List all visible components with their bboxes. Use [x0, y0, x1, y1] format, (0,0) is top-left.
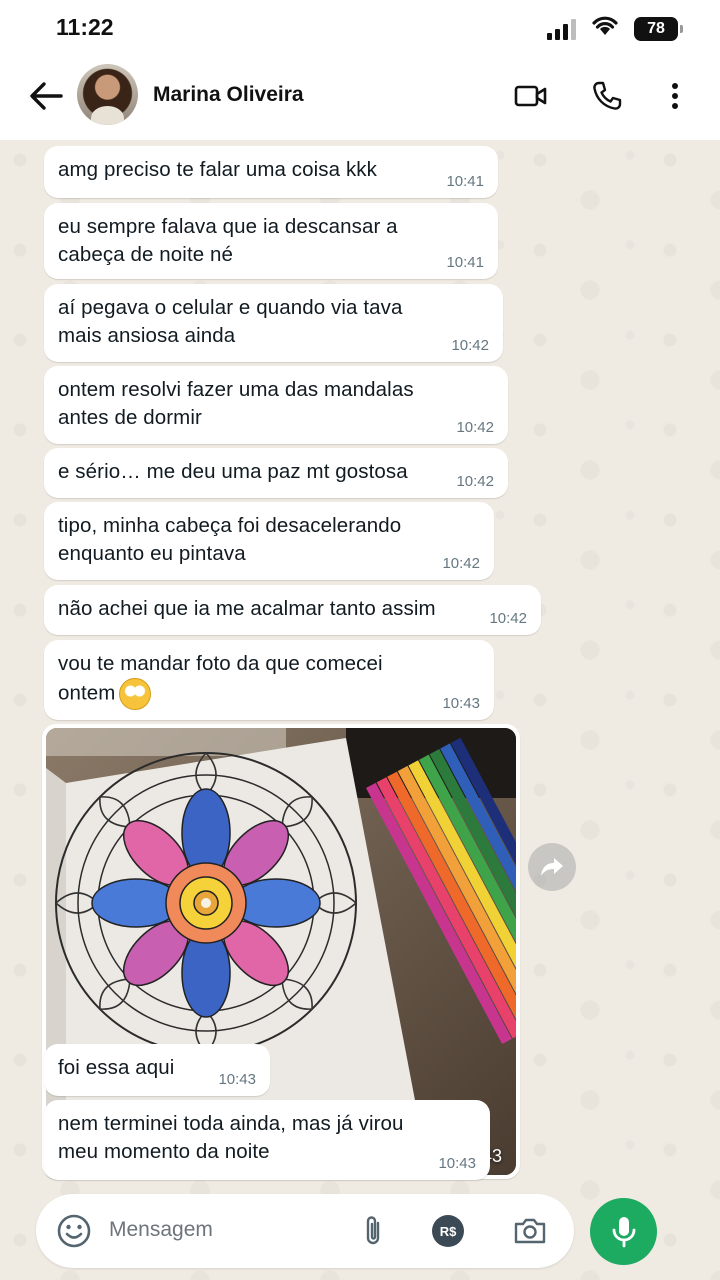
message-bubble[interactable]: vou te mandar foto da que comecei ontem … [44, 640, 494, 720]
message-time: 10:43 [442, 695, 480, 712]
message-text: vou te mandar foto da que comecei ontem [58, 650, 480, 710]
message-text: ontem resolvi fazer uma das mandalas ant… [58, 378, 414, 429]
emoji-button[interactable] [54, 1211, 94, 1251]
status-time: 11:22 [56, 14, 114, 40]
wifi-icon [590, 14, 620, 43]
message-bubble[interactable]: e sério… me deu uma paz mt gostosa 10:42 [44, 448, 508, 498]
phone-icon [593, 81, 622, 110]
message-time: 10:43 [438, 1155, 476, 1172]
message-text: amg preciso te falar uma coisa kkk [58, 158, 377, 181]
message-time: 10:42 [442, 555, 480, 572]
message-bubble[interactable]: foi essa aqui 10:43 [44, 1044, 270, 1096]
message-text: tipo, minha cabeça foi desacelerando enq… [58, 514, 402, 565]
message-bubble[interactable]: aí pegava o celular e quando via tava ma… [44, 284, 503, 362]
microphone-icon [612, 1216, 635, 1247]
camera-button[interactable] [510, 1211, 550, 1251]
message-bubble[interactable]: amg preciso te falar uma coisa kkk 10:41 [44, 146, 498, 198]
more-options-button[interactable] [655, 76, 695, 116]
message-bubble[interactable]: tipo, minha cabeça foi desacelerando enq… [44, 502, 494, 580]
message-text: não achei que ia me acalmar tanto assim [58, 597, 436, 620]
chat-header: Marina Oliveira [0, 56, 720, 140]
message-text: eu sempre falava que ia descansar a cabe… [58, 215, 398, 266]
avatar[interactable] [77, 64, 138, 125]
back-button[interactable] [26, 76, 66, 116]
message-text: e sério… me deu uma paz mt gostosa [58, 460, 408, 483]
battery-icon: 78 [634, 16, 683, 41]
video-call-button[interactable] [511, 76, 551, 116]
arrow-left-icon [30, 82, 63, 110]
more-vert-icon [672, 83, 678, 109]
paperclip-icon [366, 1216, 380, 1245]
share-arrow-icon [541, 858, 563, 876]
message-input-bar: Mensagem R$ [36, 1194, 574, 1268]
payment-icon: R$ [432, 1215, 464, 1247]
voice-call-button[interactable] [587, 76, 627, 116]
message-text-content: vou te mandar foto da que comecei ontem [58, 652, 383, 705]
pleading-face-emoji-icon [119, 678, 152, 710]
message-text: aí pegava o celular e quando via tava ma… [58, 296, 403, 347]
message-time: 10:42 [456, 473, 494, 490]
message-time: 10:43 [218, 1071, 256, 1088]
camera-icon [514, 1218, 546, 1244]
payment-button[interactable]: R$ [428, 1211, 468, 1251]
status-bar: 11:22 78 [0, 0, 720, 56]
attach-button[interactable] [353, 1211, 393, 1251]
battery-level: 78 [647, 19, 665, 37]
message-time: 10:41 [446, 173, 484, 190]
message-time: 10:41 [446, 254, 484, 271]
message-text: nem terminei toda ainda, mas já virou me… [58, 1112, 404, 1163]
message-bubble[interactable]: eu sempre falava que ia descansar a cabe… [44, 203, 498, 279]
smiley-icon [57, 1214, 91, 1248]
forward-button[interactable] [528, 843, 576, 891]
message-bubble[interactable]: ontem resolvi fazer uma das mandalas ant… [44, 366, 508, 444]
message-time: 10:42 [456, 419, 494, 436]
contact-name[interactable]: Marina Oliveira [153, 83, 304, 107]
message-time: 10:42 [489, 610, 527, 627]
voice-message-button[interactable] [590, 1198, 657, 1265]
message-time: 10:42 [451, 337, 489, 354]
signal-icon [547, 18, 576, 40]
message-list[interactable]: amg preciso te falar uma coisa kkk 10:41… [0, 140, 720, 1190]
message-bubble[interactable]: nem terminei toda ainda, mas já virou me… [44, 1100, 490, 1180]
message-input[interactable]: Mensagem [109, 1218, 213, 1242]
message-bubble[interactable]: não achei que ia me acalmar tanto assim … [44, 585, 541, 635]
status-icons: 78 [547, 14, 683, 43]
video-camera-icon [514, 85, 547, 107]
